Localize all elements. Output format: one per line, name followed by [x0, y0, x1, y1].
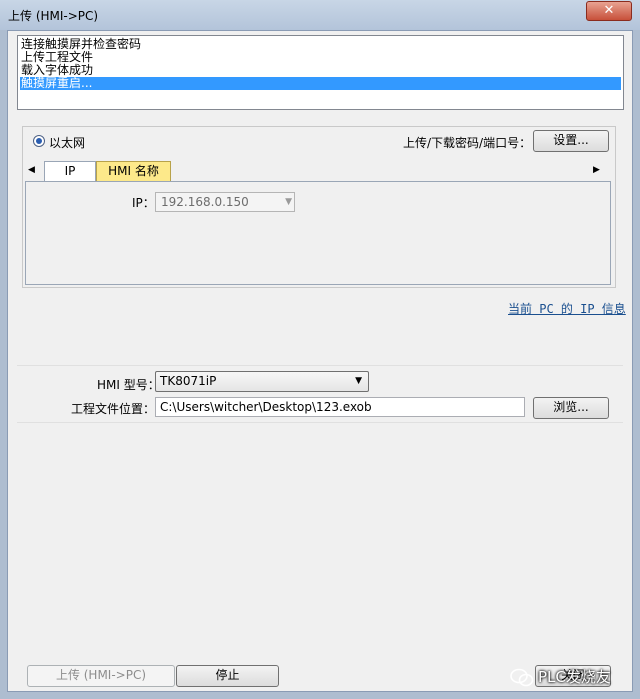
watermark: PLC发烧友 — [510, 662, 640, 692]
tab-hmi-name[interactable]: HMI 名称 — [96, 161, 171, 181]
upload-password-label: 上传/下载密码/端口号： — [403, 136, 532, 150]
progress-log-list[interactable]: 连接触摸屏并检查密码 上传工程文件 载入字体成功 触摸屏重启... — [17, 35, 624, 110]
project-path-label: 工程文件位置： — [71, 402, 156, 416]
tab-scroll-right-icon[interactable]: ▶ — [593, 165, 600, 175]
radio-selected-dot — [36, 138, 42, 144]
current-pc-ip-link[interactable]: 当前 PC 的 IP 信息 — [508, 300, 626, 317]
tab-ip[interactable]: IP — [44, 161, 96, 181]
chevron-down-icon: ▼ — [355, 376, 362, 386]
ip-tab-panel — [25, 181, 611, 285]
hmi-model-select[interactable]: TK8071iP ▼ — [155, 371, 369, 392]
hmi-model-label: HMI 型号： — [97, 378, 160, 392]
dialog-client-area: 连接触摸屏并检查密码 上传工程文件 载入字体成功 触摸屏重启... 以太网 上传… — [7, 30, 633, 692]
title-bar: 上传 (HMI->PC) ✕ — [0, 0, 640, 30]
log-line: 载入字体成功 — [21, 63, 94, 77]
tab-scroll-left-icon[interactable]: ◀ — [28, 165, 35, 175]
ethernet-radio[interactable] — [33, 135, 45, 147]
ip-label: IP： — [132, 196, 155, 210]
project-path-field[interactable]: C:\Users\witcher\Desktop\123.exob — [155, 397, 525, 417]
ip-address-value: 192.168.0.150 — [161, 195, 249, 209]
log-line: 上传工程文件 — [21, 50, 94, 64]
settings-button[interactable]: 设置... — [533, 130, 609, 152]
browse-button[interactable]: 浏览... — [533, 397, 609, 419]
watermark-text: PLC发烧友 — [538, 668, 611, 686]
wechat-icon — [510, 668, 534, 686]
chevron-down-icon: ▼ — [285, 197, 292, 207]
ip-address-combo[interactable]: 192.168.0.150 ▼ — [155, 192, 295, 212]
ethernet-label: 以太网 — [49, 136, 86, 150]
hmi-model-value: TK8071iP — [160, 374, 217, 388]
window-close-button[interactable]: ✕ — [586, 1, 632, 21]
log-line: 连接触摸屏并检查密码 — [21, 37, 142, 51]
stop-button[interactable]: 停止 — [176, 665, 279, 687]
upload-button[interactable]: 上传 (HMI->PC) — [27, 665, 175, 687]
window-title: 上传 (HMI->PC) — [8, 9, 99, 23]
log-line-selected: 触摸屏重启... — [20, 77, 621, 90]
